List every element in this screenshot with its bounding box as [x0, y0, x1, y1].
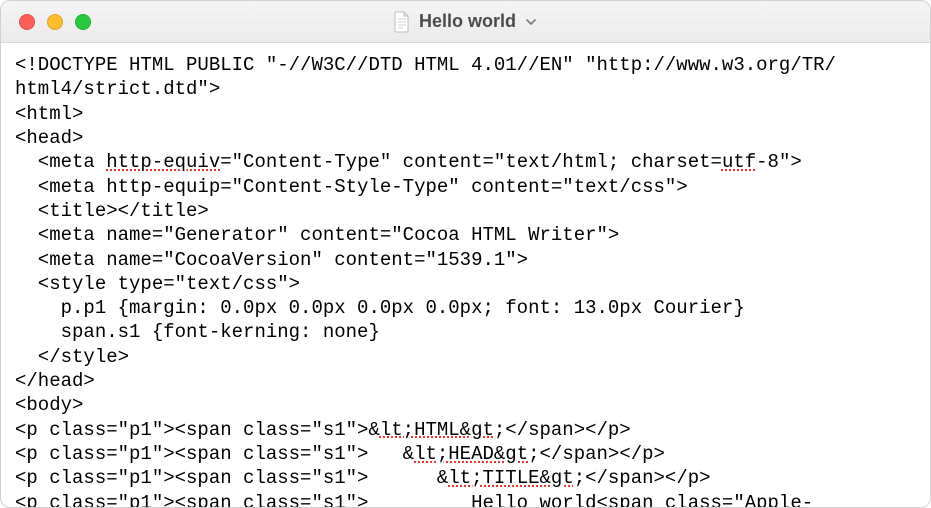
window-title: Hello world	[419, 11, 516, 32]
code-span: <html>	[15, 103, 83, 125]
code-span: <p class="p1"><span class="s1">&	[15, 419, 380, 441]
spellcheck-span: http-equiv	[106, 151, 220, 173]
traffic-lights	[19, 14, 91, 30]
code-span: <p class="p1"><span class="s1"> &	[15, 467, 448, 489]
editor-content[interactable]: <!DOCTYPE HTML PUBLIC "-//W3C//DTD HTML …	[1, 43, 930, 507]
code-span: <meta name="CocoaVersion" content="1539.…	[15, 249, 528, 271]
spellcheck-span: lt;TITLE&gt	[448, 467, 573, 489]
code-text[interactable]: <!DOCTYPE HTML PUBLIC "-//W3C//DTD HTML …	[15, 53, 916, 507]
code-span: -8">	[756, 151, 802, 173]
code-span: </head>	[15, 370, 95, 392]
spellcheck-span: lt;HEAD&gt	[414, 443, 528, 465]
code-span: ;</span></p>	[574, 467, 711, 489]
code-span: ="Content-Type" content="text/html; char…	[220, 151, 722, 173]
code-span: <meta http-equip="Content-Style-Type" co…	[15, 176, 688, 198]
minimize-button[interactable]	[47, 14, 63, 30]
code-span: <meta	[15, 151, 106, 173]
titlebar[interactable]: Hello world	[1, 1, 930, 43]
code-span: </style>	[15, 346, 129, 368]
code-span: <title></title>	[15, 200, 209, 222]
code-span: <p class="p1"><span class="s1"> &	[15, 443, 414, 465]
window: Hello world <!DOCTYPE HTML PUBLIC "-//W3…	[0, 0, 931, 508]
document-icon	[393, 11, 411, 33]
spellcheck-span: lt;HTML&gt	[380, 419, 494, 441]
code-span: p.p1 {margin: 0.0px 0.0px 0.0px 0.0px; f…	[15, 297, 745, 319]
close-button[interactable]	[19, 14, 35, 30]
spellcheck-span: utf	[722, 151, 756, 173]
code-span: <p class="p1"><span class="s1"> Hello wo…	[15, 492, 813, 507]
code-span: <style type="text/css">	[15, 273, 300, 295]
code-span: <meta name="Generator" content="Cocoa HT…	[15, 224, 619, 246]
code-span: ;</span></p>	[494, 419, 631, 441]
code-span: span.s1 {font-kerning: none}	[15, 321, 380, 343]
chevron-down-icon[interactable]	[524, 15, 538, 29]
code-span: <body>	[15, 394, 83, 416]
title-group[interactable]: Hello world	[393, 11, 538, 33]
code-span: <!DOCTYPE HTML PUBLIC "-//W3C//DTD HTML …	[15, 54, 836, 76]
code-span: <head>	[15, 127, 83, 149]
code-span: ;</span></p>	[528, 443, 665, 465]
zoom-button[interactable]	[75, 14, 91, 30]
code-span: html4/strict.dtd">	[15, 78, 220, 100]
